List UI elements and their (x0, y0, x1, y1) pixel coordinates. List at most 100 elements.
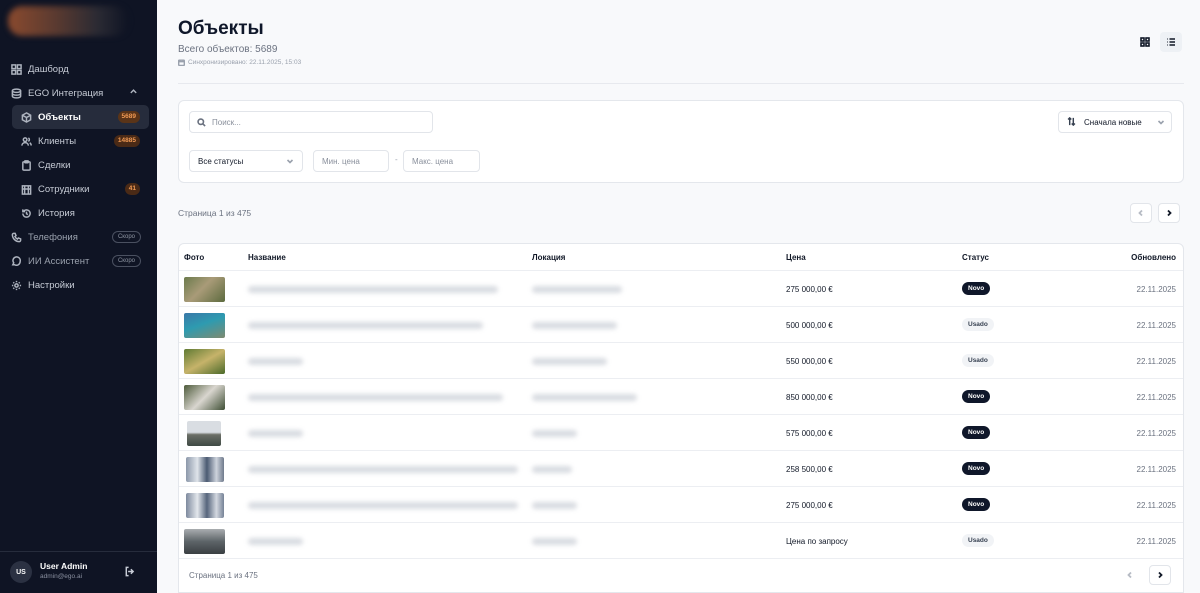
column-price[interactable]: Цена (786, 253, 806, 262)
user-name: User Admin (40, 561, 88, 571)
total-count: Всего объектов: 5689 (178, 44, 278, 55)
blurred-name (248, 502, 518, 509)
min-price-input[interactable] (322, 156, 382, 166)
blurred-name (248, 394, 503, 401)
status-badge: Usado (962, 534, 994, 547)
price-cell: 850 000,00 € (786, 393, 833, 402)
chevron-left-icon (1127, 571, 1132, 579)
calendar-icon (178, 59, 185, 66)
range-separator: - (395, 155, 398, 164)
user-email: admin@ego.ai (40, 573, 83, 580)
property-photo (184, 277, 225, 302)
list-view-button[interactable] (1160, 32, 1182, 52)
sidebar-item-objects[interactable]: Объекты 5689 (12, 105, 149, 129)
column-status[interactable]: Статус (962, 253, 989, 262)
chevron-left-icon (1138, 209, 1143, 217)
search-box[interactable] (189, 111, 433, 133)
updated-cell: 22.11.2025 (1136, 393, 1176, 402)
sidebar-item-label: Сотрудники (38, 183, 90, 195)
status-badge: Novo (962, 462, 991, 475)
price-cell: Цена по запросу (786, 537, 848, 546)
sidebar-item-telephony[interactable]: Телефония Скоро (0, 225, 157, 249)
sidebar-nav: Дашборд EGO Интеграция Объекты 5689 Клие… (0, 57, 157, 297)
filters-panel: Сначала новые Все статусы - (178, 100, 1184, 183)
chevron-up-icon[interactable] (129, 87, 139, 97)
sidebar-item-ai-assistant[interactable]: ИИ Ассистент Скоро (0, 249, 157, 273)
sidebar-item-settings[interactable]: Настройки (0, 273, 157, 297)
min-price-field[interactable] (313, 150, 389, 172)
table-row[interactable]: 275 000,00 € Novo 22.11.2025 (179, 271, 1183, 307)
updated-cell: 22.11.2025 (1136, 357, 1176, 366)
sidebar: Дашборд EGO Интеграция Объекты 5689 Клие… (0, 0, 157, 593)
page-indicator-top: Страница 1 из 475 (178, 208, 252, 218)
status-badge: Novo (962, 498, 991, 511)
sync-text: Синхронизировано: 22.11.2025, 15:03 (188, 59, 302, 66)
sidebar-item-employees[interactable]: Сотрудники 41 (0, 177, 157, 201)
sidebar-item-ego-integration[interactable]: EGO Интеграция (0, 81, 157, 105)
page-title: Объекты (178, 18, 264, 39)
table-row[interactable]: 275 000,00 € Novo 22.11.2025 (179, 487, 1183, 523)
column-location[interactable]: Локация (532, 253, 565, 262)
sidebar-item-deals[interactable]: Сделки (0, 153, 157, 177)
gear-icon (10, 279, 22, 291)
logout-icon[interactable] (124, 564, 136, 577)
table-row[interactable]: 500 000,00 € Usado 22.11.2025 (179, 307, 1183, 343)
blurred-location (532, 466, 572, 473)
table-row[interactable]: Цена по запросу Usado 22.11.2025 (179, 523, 1183, 559)
table-row[interactable]: 258 500,00 € Novo 22.11.2025 (179, 451, 1183, 487)
sidebar-item-label: Клиенты (38, 135, 77, 147)
sort-label: Сначала новые (1084, 117, 1142, 127)
grid-view-button[interactable] (1134, 32, 1156, 52)
chevron-down-icon (286, 157, 294, 167)
price-cell: 550 000,00 € (786, 357, 833, 366)
page-indicator-bottom: Страница 1 из 475 (189, 571, 258, 580)
list-icon (1167, 38, 1175, 46)
column-name[interactable]: Название (248, 253, 286, 262)
column-photo: Фото (184, 253, 205, 262)
updated-cell: 22.11.2025 (1136, 501, 1176, 510)
sidebar-item-label: Сделки (38, 159, 71, 171)
price-cell: 258 500,00 € (786, 465, 833, 474)
sidebar-item-clients[interactable]: Клиенты 14885 (0, 129, 157, 153)
max-price-field[interactable] (403, 150, 480, 172)
table-row[interactable]: 550 000,00 € Usado 22.11.2025 (179, 343, 1183, 379)
box-icon (20, 111, 32, 123)
brand-logo[interactable] (8, 6, 128, 36)
bot-icon (10, 255, 22, 267)
search-input[interactable] (212, 117, 412, 127)
avatar[interactable]: US (10, 561, 32, 583)
column-updated[interactable]: Обновлено (1131, 253, 1176, 262)
blurred-name (248, 286, 498, 293)
table-header: Фото Название Локация Цена Статус Обновл… (179, 244, 1183, 271)
prev-page-button[interactable] (1130, 203, 1152, 223)
divider (178, 83, 1184, 84)
database-icon (10, 87, 22, 99)
table-row[interactable]: 575 000,00 € Novo 22.11.2025 (179, 415, 1183, 451)
max-price-input[interactable] (412, 156, 472, 166)
table-row[interactable]: 850 000,00 € Novo 22.11.2025 (179, 379, 1183, 415)
blurred-location (532, 394, 637, 401)
sort-select[interactable]: Сначала новые (1058, 111, 1172, 133)
phone-icon (10, 231, 22, 243)
sidebar-item-history[interactable]: История (0, 201, 157, 225)
blurred-name (248, 322, 483, 329)
users-icon (20, 135, 32, 147)
sort-icon (1067, 116, 1084, 128)
chevron-down-icon (1157, 118, 1165, 128)
updated-cell: 22.11.2025 (1136, 285, 1176, 294)
sidebar-item-dashboard[interactable]: Дашборд (0, 57, 157, 81)
next-page-button[interactable] (1158, 203, 1180, 223)
status-badge: Novo (962, 426, 991, 439)
blurred-location (532, 430, 577, 437)
property-photo (186, 457, 224, 482)
status-select-label: Все статусы (198, 156, 244, 166)
sidebar-item-label: Дашборд (28, 63, 69, 75)
prev-page-button-bottom[interactable] (1119, 565, 1141, 585)
status-select[interactable]: Все статусы (189, 150, 303, 172)
sidebar-item-label: ИИ Ассистент (28, 255, 90, 267)
sidebar-item-label: EGO Интеграция (28, 87, 104, 99)
status-badge: Novo (962, 390, 991, 403)
clipboard-icon (20, 159, 32, 171)
property-photo (184, 313, 225, 338)
next-page-button-bottom[interactable] (1149, 565, 1171, 585)
